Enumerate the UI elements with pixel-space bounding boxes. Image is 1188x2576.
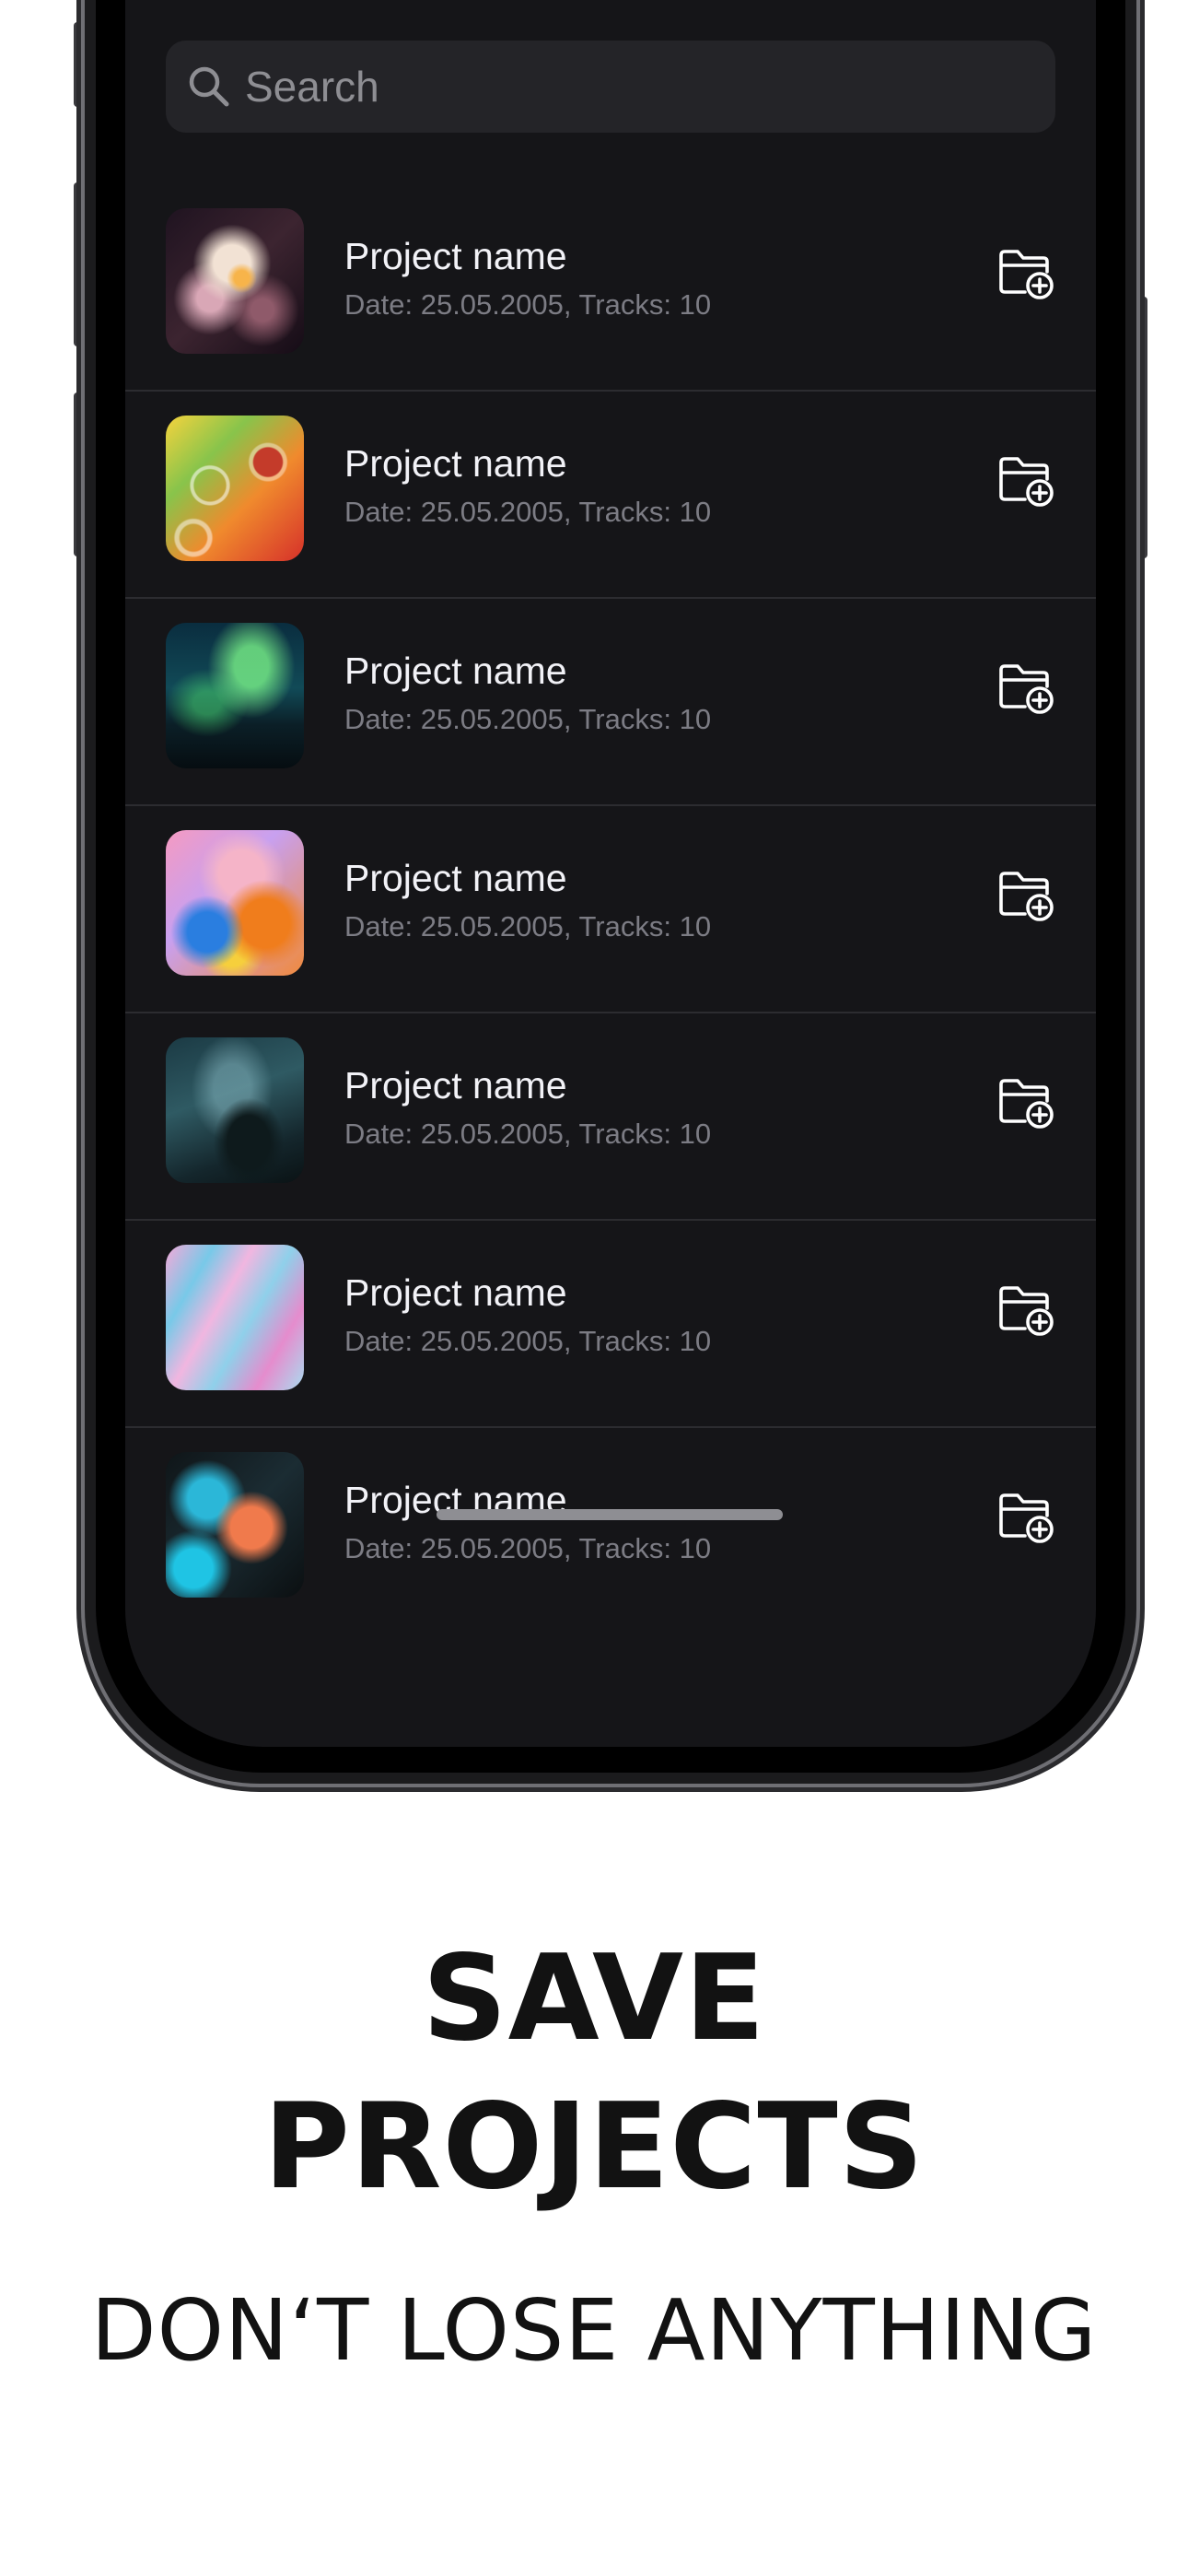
save-to-folder-button[interactable]: [995, 1278, 1059, 1342]
phone-action-button: [74, 22, 85, 107]
save-to-folder-button[interactable]: [995, 449, 1059, 513]
project-row[interactable]: Project name Date: 25.05.2005, Tracks: 1…: [125, 392, 1096, 599]
phone-volume-down-button: [74, 392, 85, 556]
folder-plus-icon: [999, 1286, 1054, 1336]
search-bar[interactable]: Search: [166, 41, 1055, 133]
project-thumbnail: [166, 1037, 304, 1183]
project-name: Project name: [344, 650, 567, 692]
project-meta: Date: 25.05.2005, Tracks: 10: [344, 288, 712, 321]
project-thumbnail: [166, 830, 304, 976]
project-meta: Date: 25.05.2005, Tracks: 10: [344, 703, 712, 735]
project-meta: Date: 25.05.2005, Tracks: 10: [344, 496, 712, 528]
phone-power-button: [1136, 297, 1147, 558]
folder-plus-icon: [999, 872, 1054, 921]
phone-volume-up-button: [74, 182, 85, 346]
search-icon: [186, 64, 232, 110]
phone-screen: Search Project name Date: 25.05.2005, Tr…: [125, 0, 1096, 1747]
project-thumbnail: [166, 416, 304, 561]
project-row[interactable]: Project name Date: 25.05.2005, Tracks: 1…: [125, 599, 1096, 806]
save-to-folder-button[interactable]: [995, 241, 1059, 306]
project-row[interactable]: Project name Date: 25.05.2005, Tracks: 1…: [125, 806, 1096, 1013]
project-meta: Date: 25.05.2005, Tracks: 10: [344, 910, 712, 943]
project-row[interactable]: Project name Date: 25.05.2005, Tracks: 1…: [125, 1428, 1096, 1635]
project-row[interactable]: Project name Date: 25.05.2005, Tracks: 1…: [125, 1013, 1096, 1221]
search-input[interactable]: Search: [245, 62, 379, 111]
home-indicator[interactable]: [437, 1509, 783, 1520]
folder-plus-icon: [999, 250, 1054, 299]
project-name: Project name: [344, 1271, 567, 1314]
project-thumbnail: [166, 208, 304, 354]
project-thumbnail: [166, 623, 304, 768]
save-to-folder-button[interactable]: [995, 863, 1059, 928]
project-name: Project name: [344, 235, 567, 277]
project-list: Project name Date: 25.05.2005, Tracks: 1…: [125, 184, 1096, 1635]
save-to-folder-button[interactable]: [995, 656, 1059, 720]
project-name: Project name: [344, 857, 567, 899]
project-name: Project name: [344, 1064, 567, 1107]
project-meta: Date: 25.05.2005, Tracks: 10: [344, 1118, 712, 1150]
folder-plus-icon: [999, 457, 1054, 507]
project-meta: Date: 25.05.2005, Tracks: 10: [344, 1325, 712, 1357]
headline-line-2: PROJECTS: [263, 2078, 925, 2216]
project-thumbnail: [166, 1245, 304, 1390]
project-row[interactable]: Project name Date: 25.05.2005, Tracks: 1…: [125, 1221, 1096, 1428]
project-name: Project name: [344, 442, 567, 485]
tagline: DON‘T LOSE ANYTHING: [90, 2281, 1098, 2380]
headline-line-1: SAVE: [422, 1930, 766, 2067]
project-meta: Date: 25.05.2005, Tracks: 10: [344, 1532, 712, 1564]
project-thumbnail: [166, 1452, 304, 1598]
folder-plus-icon: [999, 1493, 1054, 1543]
save-to-folder-button[interactable]: [995, 1071, 1059, 1135]
folder-plus-icon: [999, 664, 1054, 714]
project-row[interactable]: Project name Date: 25.05.2005, Tracks: 1…: [125, 184, 1096, 392]
save-to-folder-button[interactable]: [995, 1485, 1059, 1550]
folder-plus-icon: [999, 1079, 1054, 1129]
